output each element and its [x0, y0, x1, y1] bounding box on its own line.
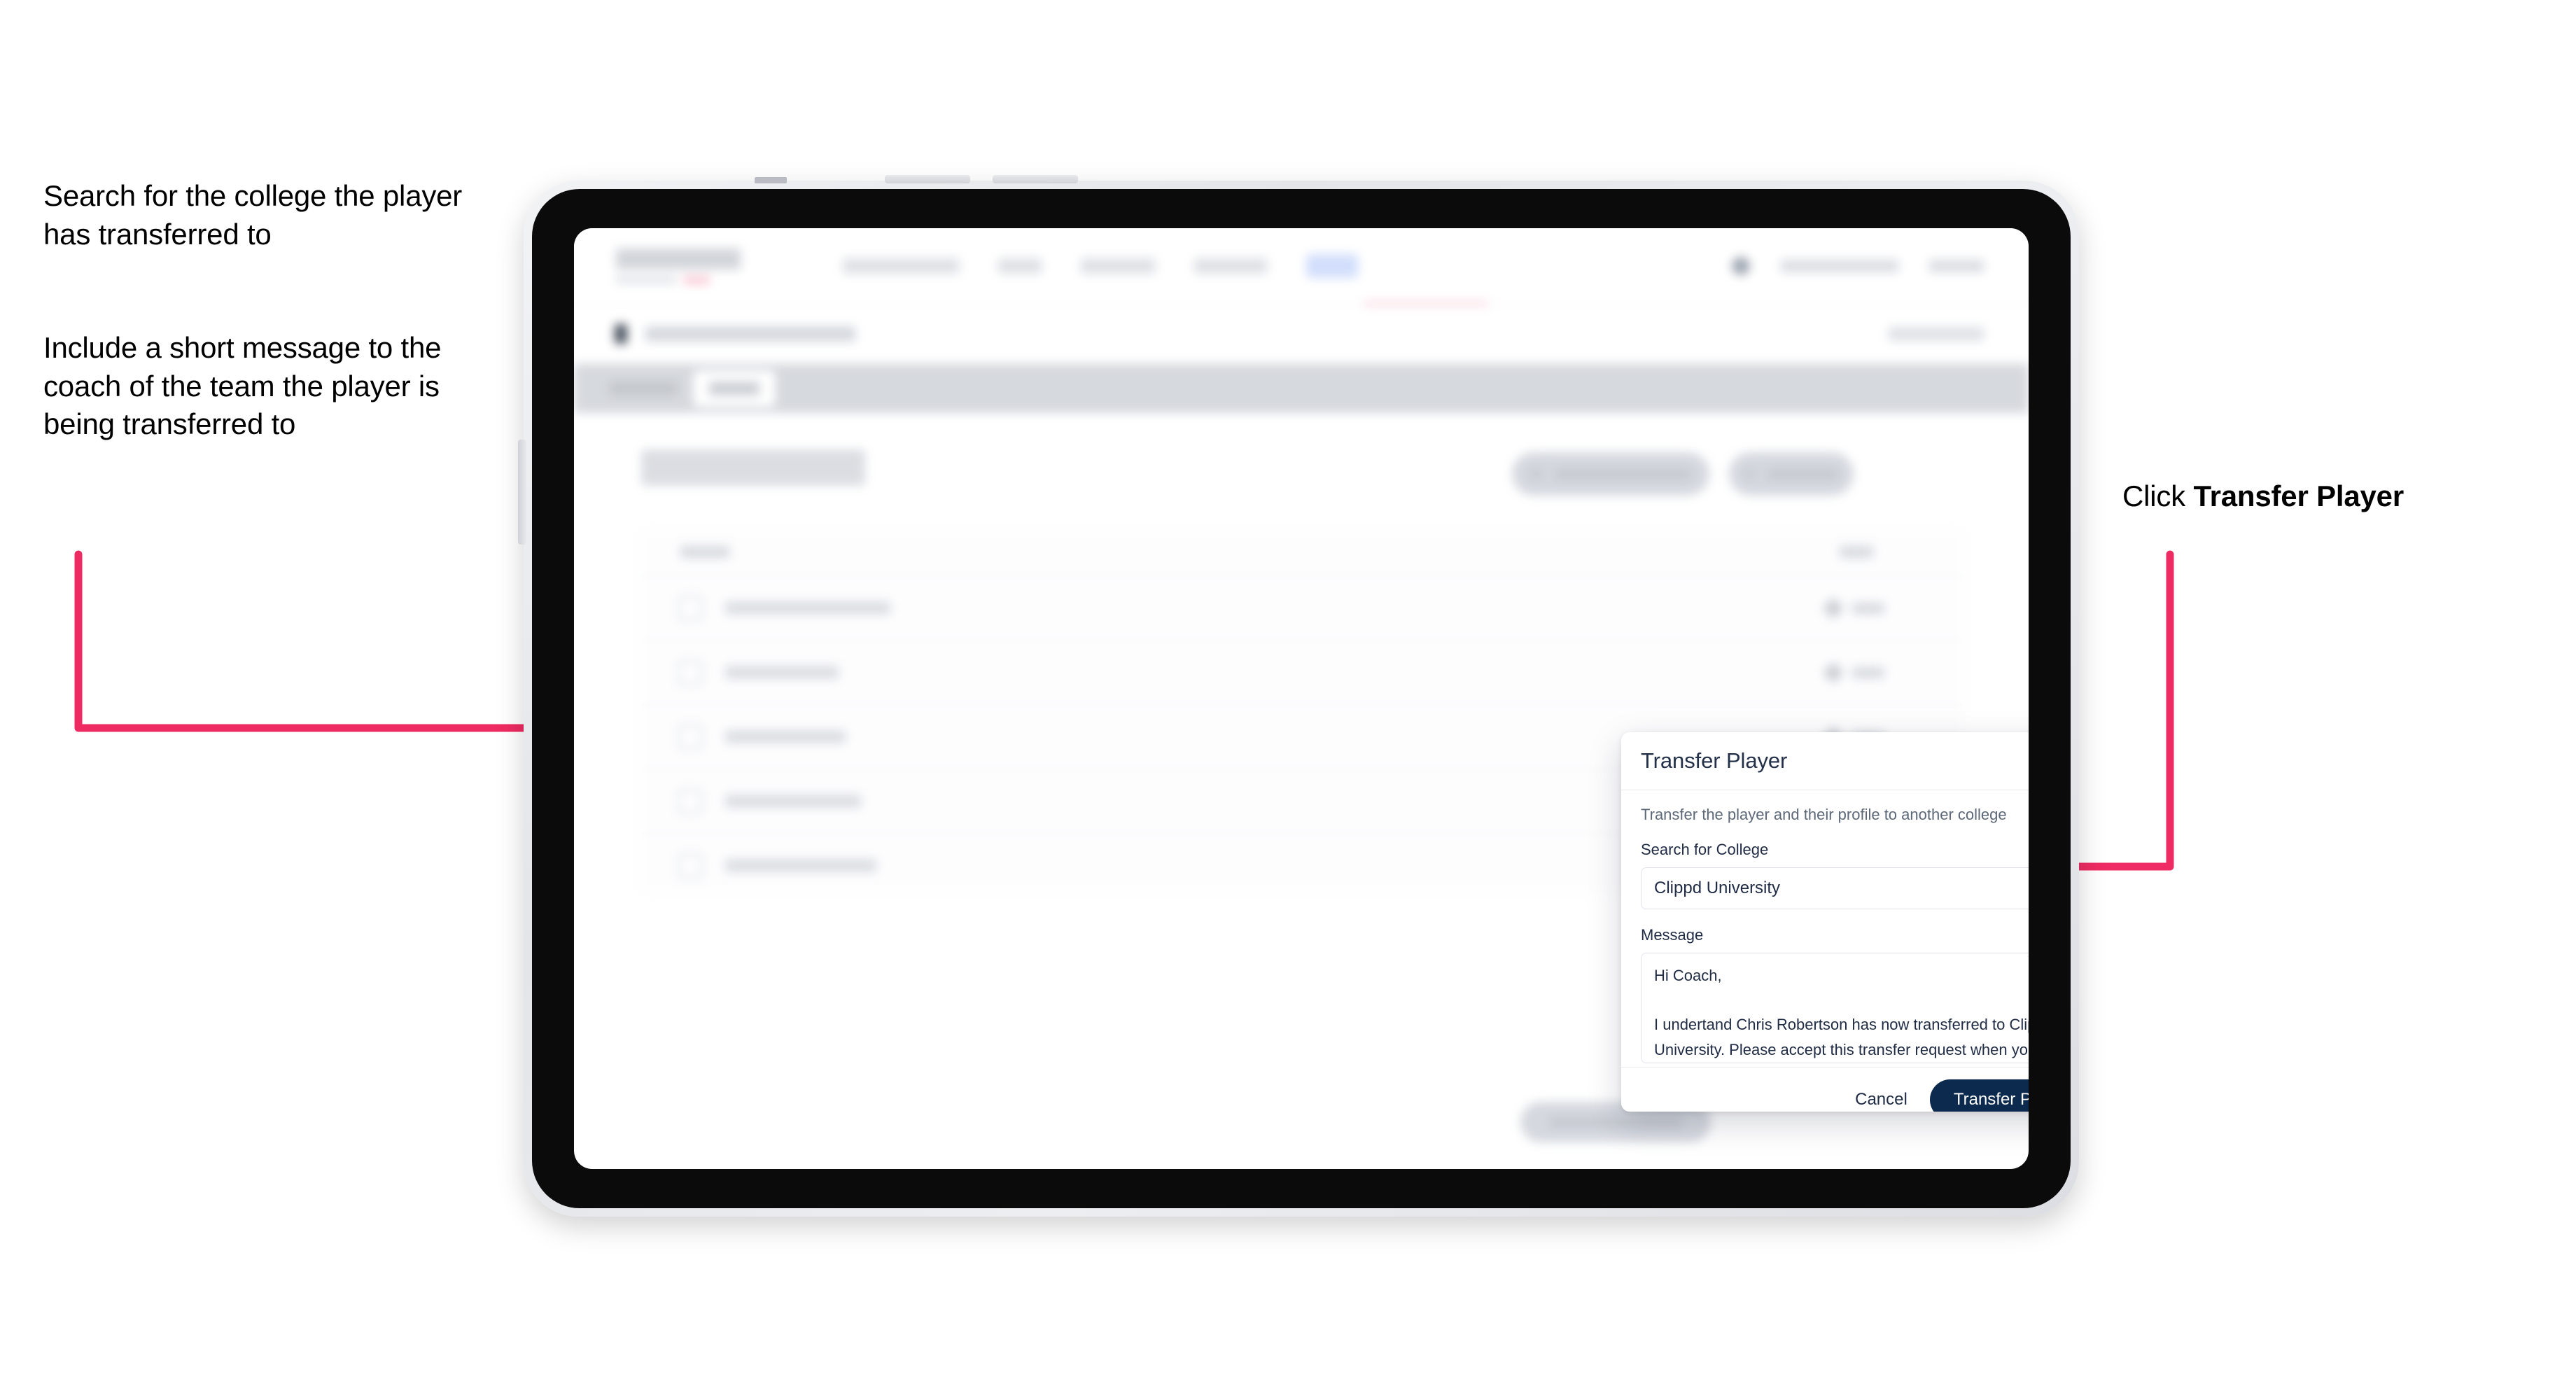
user-email-label [1781, 260, 1898, 272]
nav-item-team[interactable] [998, 258, 1042, 274]
row-player-name [725, 859, 876, 872]
row-checkbox[interactable] [678, 659, 703, 685]
app-logo[interactable] [616, 248, 753, 284]
logo-tagline [616, 275, 753, 284]
pencil-icon [1822, 661, 1844, 684]
row-checkbox[interactable] [678, 853, 703, 878]
page-title [641, 449, 865, 486]
row-edit-label [1852, 602, 1884, 614]
logo-tagline-accent [683, 275, 710, 284]
annotation-right-prefix: Click [2122, 479, 2194, 512]
college-search-input[interactable] [1641, 867, 2029, 909]
nav-item-roster-active[interactable] [1306, 254, 1358, 278]
modal-title: Transfer Player [1641, 748, 1788, 773]
nav-right-group [1732, 257, 1984, 275]
nav-item-tournaments[interactable] [843, 258, 959, 274]
transfer-icon [1530, 468, 1543, 480]
row-checkbox[interactable] [678, 595, 703, 621]
breadcrumb [645, 326, 855, 342]
modal-header: Transfer Player [1621, 732, 2029, 790]
row-edit-action[interactable] [1822, 661, 1884, 684]
app-breadcrumb-bar [574, 304, 2029, 364]
message-field-label: Message [1641, 926, 1704, 944]
row-checkbox[interactable] [678, 724, 703, 750]
college-field-group: Search for College [1641, 841, 2029, 909]
plus-icon [1744, 468, 1756, 479]
modal-body: Transfer the player and their profile to… [1621, 790, 2029, 1067]
app-navbar [574, 228, 2029, 304]
modal-description: Transfer the player and their profile to… [1641, 806, 2007, 823]
tab-roster[interactable] [693, 370, 776, 407]
annotation-include-message: Include a short message to the coach of … [43, 331, 442, 441]
transfer-player-submit-button[interactable]: Transfer Player [1929, 1079, 2029, 1112]
volume-down-button[interactable] [993, 175, 1078, 183]
college-field-label: Search for College [1641, 841, 1769, 858]
add-player-button[interactable] [1729, 452, 1854, 496]
row-player-name [725, 730, 846, 743]
transfer-player-modal: Transfer Player Transfer the player and … [1621, 732, 2029, 1112]
logo-tagline-text [616, 276, 676, 284]
roster-table-header [638, 528, 1966, 576]
logo-wordmark [616, 248, 741, 270]
breadcrumb-cancel-button[interactable] [1889, 327, 1984, 341]
tab-roster-label [709, 382, 760, 396]
cancel-button[interactable]: Cancel [1852, 1086, 1910, 1112]
row-edit-action[interactable] [1822, 596, 1884, 620]
add-player-label [1767, 468, 1838, 480]
tab-overview[interactable] [609, 382, 678, 396]
tablet-screen: Transfer Player Transfer the player and … [574, 228, 2029, 1169]
nav-item-schedule[interactable] [1081, 258, 1155, 274]
save-and-continue-label [1549, 1116, 1682, 1128]
annotation-click-transfer-player: Click Transfer Player [2122, 477, 2570, 516]
row-player-name [725, 601, 890, 615]
sign-out-button[interactable] [1929, 260, 1984, 272]
app-tab-bar [574, 364, 2029, 413]
message-field-group: Message [1641, 926, 2029, 1067]
volume-up-button[interactable] [885, 175, 970, 183]
nav-item-analytics[interactable] [1194, 258, 1267, 274]
breadcrumb-icon [615, 324, 627, 344]
tablet-camera-notch [755, 177, 787, 183]
row-edit-label [1852, 666, 1884, 678]
annotation-search-college: Search for the college the player has tr… [43, 179, 463, 251]
request-player-transfer-label [1554, 468, 1691, 480]
modal-footer: Cancel Transfer Player [1621, 1067, 2029, 1112]
tablet-device: Transfer Player Transfer the player and … [518, 175, 2079, 1217]
power-button[interactable] [518, 440, 526, 545]
avatar[interactable] [1732, 257, 1750, 275]
nav-links [843, 254, 1358, 278]
row-checkbox[interactable] [678, 788, 703, 814]
pencil-icon [1822, 596, 1844, 620]
annotation-right-bold: Transfer Player [2193, 479, 2404, 512]
table-row[interactable] [638, 640, 1966, 705]
table-row[interactable] [638, 576, 1966, 640]
column-header-edit [1840, 545, 1873, 558]
row-player-name [725, 794, 861, 808]
message-textarea[interactable] [1641, 953, 2029, 1063]
column-header-player [680, 545, 729, 558]
request-player-transfer-button[interactable] [1512, 452, 1709, 496]
row-player-name [725, 666, 839, 679]
